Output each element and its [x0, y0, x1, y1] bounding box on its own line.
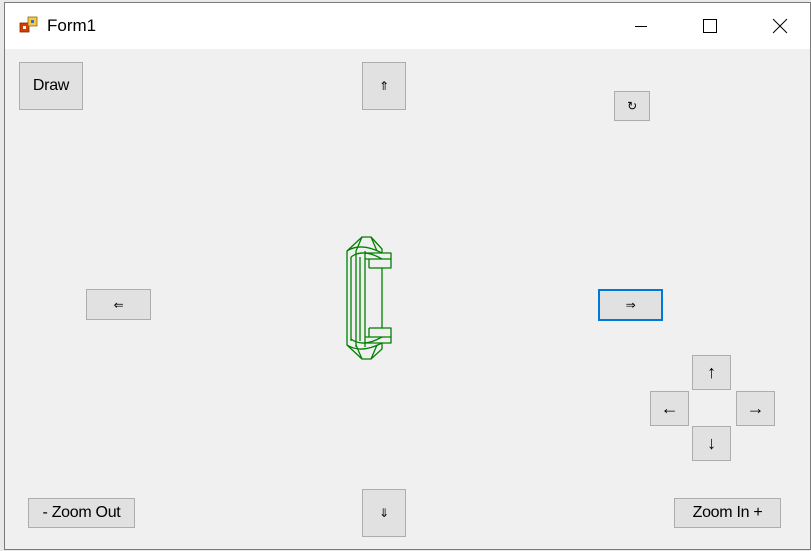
maximize-button[interactable]: [687, 3, 733, 49]
wireframe-c-drawing: [346, 236, 392, 360]
minimize-button[interactable]: [618, 3, 664, 49]
close-icon: [772, 18, 788, 34]
maximize-icon: [703, 19, 717, 33]
window-title: Form1: [47, 16, 97, 35]
form-client-area: Draw ⇑ ↻ ⇐ ⇒ ↑ ← → ↓ - Zoom Out ⇓ Zoom I…: [5, 49, 810, 549]
form-app-icon: [19, 16, 38, 33]
close-button[interactable]: [757, 3, 803, 49]
main-window: Form1 Draw ⇑ ↻ ⇐ ⇒ ↑ ← → ↓ - Zoom Out ⇓ …: [4, 2, 811, 550]
title-bar[interactable]: Form1: [5, 3, 810, 49]
minimize-icon: [635, 26, 647, 27]
